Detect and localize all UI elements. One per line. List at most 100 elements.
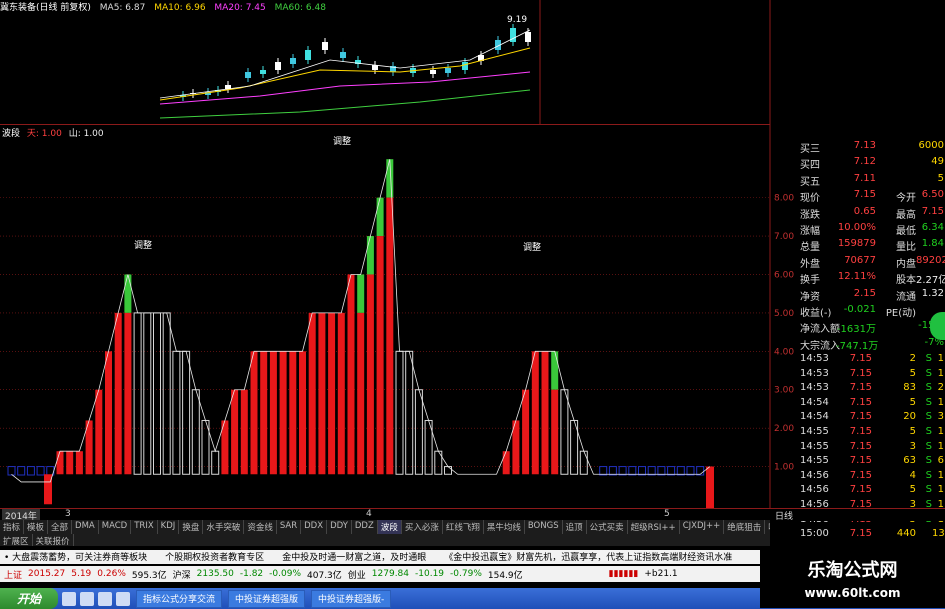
tick-cell: S: [925, 469, 932, 481]
period-label[interactable]: 日线: [775, 509, 793, 522]
tick-cell: 14:53: [800, 353, 829, 365]
desktop-icon[interactable]: [98, 591, 112, 606]
tab-16[interactable]: 红线飞翔: [443, 520, 484, 534]
quote-cell: 2.27亿: [916, 275, 945, 287]
sh-change: 5.19: [71, 569, 92, 579]
date-month-3: 3: [65, 509, 71, 519]
quote-cell: [876, 156, 916, 172]
tick-cell: 3: [909, 440, 916, 452]
up-bar: [124, 312, 132, 475]
tick-cell: 1: [937, 367, 944, 379]
quote-cell: [876, 320, 916, 336]
indicator-tabs: 指标 模板 全部 DMA MACD TRIX KDJ 换盘 水手突破 资金线 SAR DDX DDY DD…: [0, 520, 770, 534]
down-bar: [211, 450, 220, 475]
tick-cell: 6: [937, 455, 944, 467]
up-bar: [347, 274, 355, 475]
task-forum[interactable]: 指标公式分享交流: [136, 589, 223, 608]
start-button[interactable]: 开始: [0, 588, 58, 609]
up-bar: [231, 389, 239, 475]
tab-12[interactable]: DDY: [327, 520, 352, 534]
tab-7[interactable]: 换盘: [179, 520, 204, 534]
tick-cell: S: [925, 455, 932, 467]
base-bar: [608, 466, 617, 476]
up-bar: [357, 312, 365, 475]
y-tick-label: 7.00: [774, 232, 794, 242]
tab-19[interactable]: 追顶: [563, 520, 587, 534]
quote-cell: 内盘: [896, 258, 916, 270]
news-ticker[interactable]: • 大盘震荡蓄势，可关注券商等板块 个股期权投资者教育专区 金中投及时通一财富之道，…: [0, 550, 764, 564]
tab-18[interactable]: BONGS: [525, 520, 563, 534]
candle-body: [445, 68, 451, 73]
tab-9[interactable]: 资金线: [244, 520, 277, 534]
task-app-2[interactable]: 中投证券超强版-: [311, 589, 392, 608]
quote-cell: 10.00%: [837, 221, 876, 233]
quote-cell: 总量: [800, 242, 820, 254]
up-bar: [308, 312, 316, 475]
sz-label: 沪深: [172, 570, 191, 581]
quote-cell: 1.32: [921, 287, 944, 299]
tab-22[interactable]: CJXDJ++: [680, 520, 725, 534]
quote-cell: -0.021: [843, 303, 876, 315]
tab-14[interactable]: 波段: [377, 520, 402, 534]
chart-area[interactable]: 8.007.006.005.004.003.002.001.00调整 调整调整: [0, 0, 800, 508]
tick-cell: 3: [937, 411, 944, 423]
tab-3[interactable]: DMA: [72, 520, 99, 534]
tick-row: 14:55 7.15 3 S 1: [800, 441, 945, 456]
news-item[interactable]: 金中投及时通一财富之道，及时通眼: [282, 550, 426, 564]
base-bar: [628, 466, 637, 476]
tab-24[interactable]: 唯备买入: [765, 520, 770, 534]
tick-cell: 7.15: [849, 367, 872, 379]
tab-4[interactable]: MACD: [99, 520, 132, 534]
tab-2[interactable]: 全部: [48, 520, 73, 534]
up-bar: [522, 389, 530, 475]
ext-tab-1[interactable]: 关联报价: [33, 534, 74, 547]
tab-1[interactable]: 模板: [24, 520, 49, 534]
tab-6[interactable]: KDJ: [158, 520, 180, 534]
candle-body: [430, 70, 436, 74]
tab-8[interactable]: 水手突破: [203, 520, 245, 534]
tab-20[interactable]: 公式买卖: [587, 520, 628, 534]
base-bar: [599, 466, 608, 476]
news-item[interactable]: • 大盘震荡蓄势，可关注券商等板块: [4, 550, 147, 564]
tab-10[interactable]: SAR: [277, 520, 302, 534]
up-bar: [502, 451, 510, 475]
quote-cell: 买三: [800, 144, 820, 155]
news-item[interactable]: 个股期权投资者教育专区: [165, 550, 264, 564]
tick-row: 14:55 7.15 63 S 6: [800, 455, 945, 470]
folder-icon[interactable]: [80, 591, 94, 606]
quote-cell: 股本: [896, 275, 916, 287]
tick-cell: 63: [903, 455, 916, 467]
candle-body: [322, 42, 328, 50]
tab-15[interactable]: 买入必涨: [402, 520, 443, 534]
tab-0[interactable]: 指标: [0, 520, 25, 534]
down-bar: [405, 350, 414, 475]
tab-17[interactable]: 黑牛均线: [484, 520, 525, 534]
candle-body: [245, 72, 251, 78]
tick-cell: 2: [909, 353, 916, 365]
tab-13[interactable]: DDZ: [352, 520, 378, 534]
tick-cell: S: [925, 353, 932, 365]
ma5-line: [159, 29, 531, 99]
tab-11[interactable]: DDX: [301, 520, 328, 534]
ext-tab-0[interactable]: 扩展区: [0, 534, 33, 547]
task-app-1[interactable]: 中投证券超强版: [228, 589, 306, 608]
tick-cell: 14:55: [800, 440, 829, 452]
base-bar: [26, 466, 35, 476]
up-bar: [260, 351, 268, 475]
ie-icon[interactable]: [62, 591, 76, 606]
base-bar: [657, 466, 666, 476]
tab-21[interactable]: 超级RSI++: [628, 520, 680, 534]
base-bar: [17, 466, 26, 476]
side-toggle-button[interactable]: [930, 312, 945, 340]
news-item[interactable]: 《金中投迅赢宝》财富先机，迅赢享享，代表上证指数高端财经资讯水准: [444, 550, 732, 564]
quote-cell: 7.15: [921, 205, 944, 217]
sz-value: 2135.50: [196, 569, 234, 579]
watermark-url: www.60lt.com: [804, 586, 901, 600]
tick-cell: 5: [909, 396, 916, 408]
media-icon[interactable]: [116, 591, 130, 606]
signal-bar: [376, 197, 384, 237]
quote-row: 涨幅 10.00% 最低 6.34: [800, 222, 945, 238]
tab-23[interactable]: 绝底狙击: [724, 520, 766, 534]
tab-5[interactable]: TRIX: [131, 520, 158, 534]
pane-separator: [0, 124, 770, 125]
